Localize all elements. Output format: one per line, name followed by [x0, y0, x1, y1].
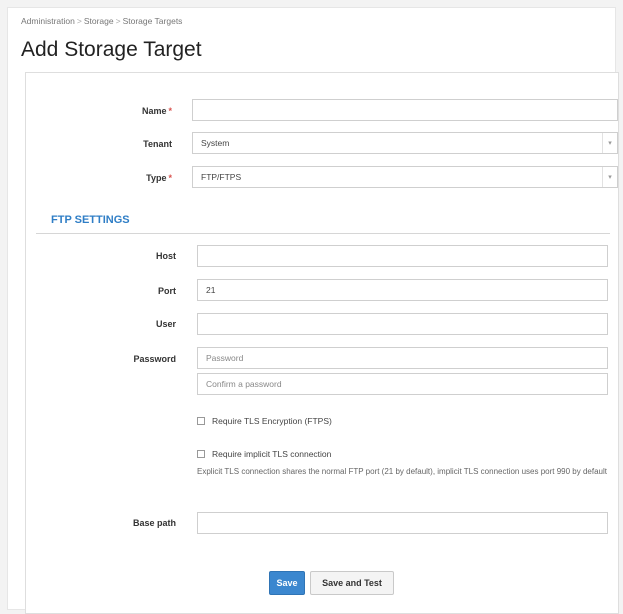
confirm-password-input[interactable]: Confirm a password — [197, 373, 608, 395]
type-label: Type * — [146, 173, 172, 183]
name-input[interactable] — [192, 99, 618, 121]
ftp-settings-heading: FTP SETTINGS — [51, 214, 130, 226]
breadcrumb-storage[interactable]: Storage — [84, 16, 114, 26]
required-mark: * — [168, 106, 172, 116]
breadcrumb-administration[interactable]: Administration — [21, 16, 75, 26]
tenant-select[interactable]: System ▾ — [192, 132, 618, 154]
user-label: User — [155, 319, 176, 329]
page-title: Add Storage Target — [21, 38, 202, 61]
host-label: Host — [156, 251, 176, 261]
password-label: Password — [133, 354, 176, 364]
require-tls-checkbox[interactable]: Require TLS Encryption (FTPS) — [197, 416, 332, 426]
breadcrumb-storage-targets[interactable]: Storage Targets — [123, 16, 183, 26]
section-divider — [36, 233, 610, 234]
password-input[interactable]: Password — [197, 347, 608, 369]
chevron-down-icon: ▾ — [602, 133, 617, 153]
tenant-select-value: System — [201, 138, 230, 148]
base-path-input[interactable] — [197, 512, 608, 534]
tls-hint-text: Explicit TLS connection shares the norma… — [197, 467, 607, 476]
name-label: Name * — [141, 106, 172, 116]
page-container: Administration > Storage > Storage Targets A… — [7, 7, 619, 614]
host-input[interactable] — [197, 245, 608, 267]
require-tls-label: Require TLS Encryption (FTPS) — [212, 416, 332, 426]
checkbox-box[interactable] — [197, 450, 205, 458]
type-select-value: FTP/FTPS — [201, 172, 242, 182]
save-button[interactable]: Save — [269, 571, 305, 595]
port-input[interactable]: 21 — [197, 279, 608, 301]
required-mark: * — [168, 173, 172, 183]
user-input[interactable] — [197, 313, 608, 335]
breadcrumb: Administration > Storage > Storage Targets — [21, 16, 182, 26]
require-implicit-tls-checkbox[interactable]: Require implicit TLS connection — [197, 449, 331, 459]
port-label: Port — [158, 286, 176, 296]
checkbox-box[interactable] — [197, 417, 205, 425]
breadcrumb-separator: > — [115, 16, 121, 26]
tenant-label: Tenant — [143, 139, 172, 149]
type-select[interactable]: FTP/FTPS ▾ — [192, 166, 618, 188]
save-and-test-button[interactable]: Save and Test — [310, 571, 394, 595]
breadcrumb-separator: > — [76, 16, 82, 26]
require-implicit-tls-label: Require implicit TLS connection — [212, 449, 332, 459]
base-path-label: Base path — [132, 518, 176, 528]
chevron-down-icon: ▾ — [602, 167, 617, 187]
form-card: Name * Tenant System ▾ Type * FTP/FTPS ▾ F… — [25, 72, 619, 614]
